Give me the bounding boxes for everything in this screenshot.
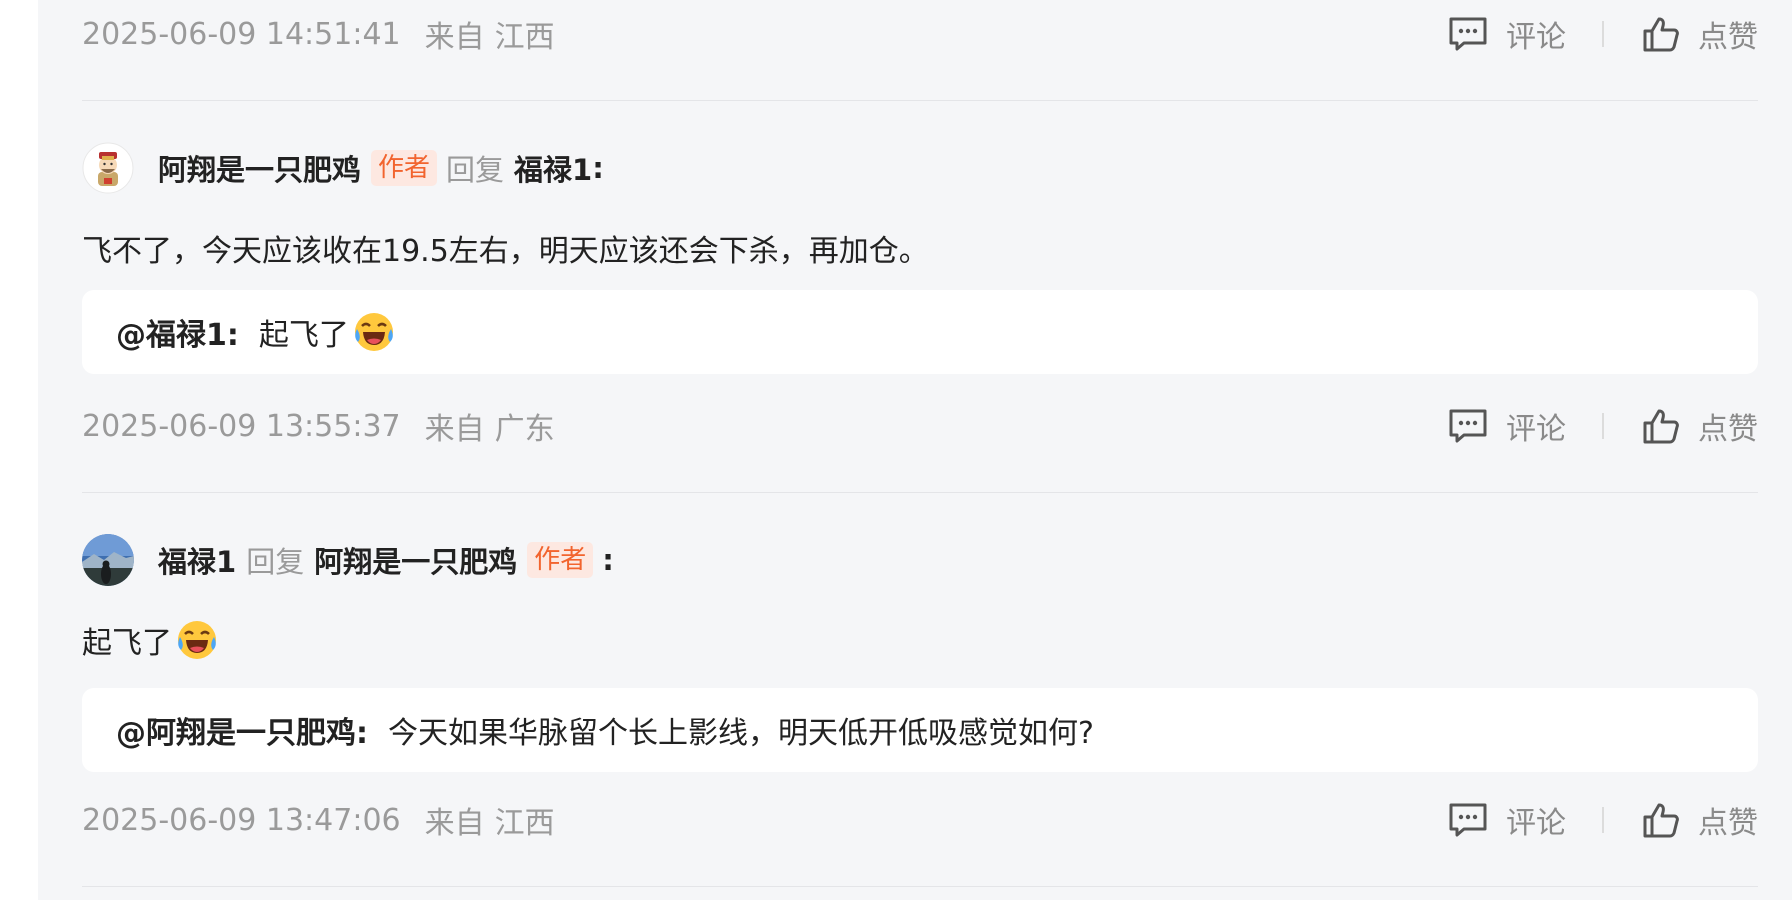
comment-meta-row: 2025-06-09 13:47:06 来自 江西 评论 点赞 (82, 798, 1758, 842)
comment-location: 江西 (494, 806, 555, 841)
location-prefix: 来自 (424, 20, 485, 55)
like-button-label: 点赞 (1698, 806, 1758, 841)
comment-icon (1449, 409, 1487, 443)
quote-author: @阿翔是一只肥鸡: (116, 716, 368, 751)
comment-button-label: 评论 (1506, 412, 1566, 447)
comment-meta-row: 2025-06-09 14:51:41 来自 江西 评论 点赞 (82, 12, 1758, 56)
reply-target[interactable]: 福禄1 (514, 147, 592, 189)
comment-text: 飞不了，今天应该收在19.5左右，明天应该还会下杀，再加仓。 (82, 234, 929, 269)
comment-icon (1449, 803, 1487, 837)
like-button[interactable]: 点赞 (1642, 798, 1758, 842)
location-prefix: 来自 (424, 412, 485, 447)
reply-colon: : (592, 151, 604, 185)
comment-actions: 评论 点赞 (1448, 798, 1758, 842)
thumbs-up-icon (1643, 17, 1679, 52)
comment-button[interactable]: 评论 (1448, 404, 1566, 448)
author-badge: 作者 (527, 542, 594, 578)
location-prefix: 来自 (424, 806, 485, 841)
comment-divider (82, 886, 1758, 887)
comment-author[interactable]: 福禄1 (158, 539, 236, 581)
comment-timestamp: 2025-06-09 13:47:06 (82, 802, 401, 838)
comment-timestamp: 2025-06-09 14:51:41 (82, 16, 401, 52)
like-button-label: 点赞 (1698, 412, 1758, 447)
reply-colon: : (602, 543, 614, 577)
laughing-crying-emoji-icon (178, 621, 216, 659)
comment-location: 江西 (494, 20, 555, 55)
reply-label: 回复 (246, 545, 305, 579)
action-separator (1602, 807, 1604, 833)
quoted-comment[interactable]: @阿翔是一只肥鸡: 今天如果华脉留个长上影线，明天低开低吸感觉如何? (82, 688, 1758, 772)
comment-header: 阿翔是一只肥鸡 作者 回复 福禄1 : (82, 140, 604, 196)
comment-divider (82, 100, 1758, 101)
thumbs-up-icon (1643, 409, 1679, 444)
avatar[interactable] (82, 534, 134, 586)
thumbs-up-icon (1643, 803, 1679, 838)
comment-icon (1449, 17, 1487, 51)
comment-button-label: 评论 (1506, 806, 1566, 841)
action-separator (1602, 21, 1604, 47)
comment-button[interactable]: 评论 (1448, 12, 1566, 56)
quote-author: @福禄1: (116, 318, 239, 353)
reply-label: 回复 (446, 153, 505, 187)
comment-actions: 评论 点赞 (1448, 12, 1758, 56)
like-button[interactable]: 点赞 (1642, 404, 1758, 448)
laughing-crying-emoji-icon (354, 313, 393, 351)
like-button[interactable]: 点赞 (1642, 12, 1758, 56)
comment-button-label: 评论 (1506, 20, 1566, 55)
comment-divider (82, 492, 1758, 493)
comment-location: 广东 (494, 412, 555, 447)
comment-author[interactable]: 阿翔是一只肥鸡 (158, 147, 361, 189)
comment-button[interactable]: 评论 (1448, 798, 1566, 842)
comment-header: 福禄1 回复 阿翔是一只肥鸡 作者 : (82, 532, 614, 588)
quote-text: 起飞了 (258, 318, 349, 353)
comment-text: 起飞了 (82, 616, 218, 664)
avatar[interactable] (82, 142, 134, 194)
quote-text: 今天如果华脉留个长上影线，明天低开低吸感觉如何? (388, 716, 1094, 751)
reply-target[interactable]: 阿翔是一只肥鸡 (314, 539, 517, 581)
comment-text-content: 起飞了 (82, 626, 172, 661)
author-badge: 作者 (371, 150, 438, 186)
fortune-god-avatar-icon (82, 142, 134, 194)
comment-actions: 评论 点赞 (1448, 404, 1758, 448)
like-button-label: 点赞 (1698, 20, 1758, 55)
action-separator (1602, 413, 1604, 439)
quoted-comment[interactable]: @福禄1: 起飞了 (82, 290, 1758, 374)
comment-meta-row: 2025-06-09 13:55:37 来自 广东 评论 点赞 (82, 404, 1758, 448)
landscape-avatar-icon (82, 534, 134, 586)
comment-timestamp: 2025-06-09 13:55:37 (82, 408, 401, 444)
